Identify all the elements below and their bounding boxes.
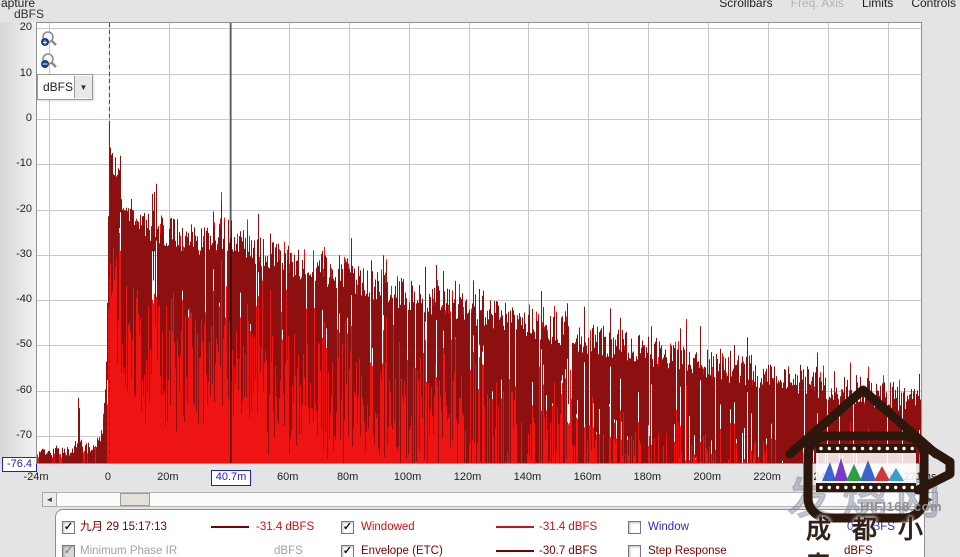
rew-impulse-window: apture ScrollbarsFreq. AxisLimitsControl…: [0, 0, 960, 557]
trace-color-swatch: [496, 550, 534, 552]
legend-label: Window: [648, 519, 689, 535]
zoom-in-button[interactable]: +: [40, 30, 60, 50]
legend-value: -31.4 dBFS: [256, 519, 314, 535]
checkbox-step-response[interactable]: [628, 545, 641, 557]
y-tick-label: -40: [0, 293, 32, 305]
checkbox-measurement[interactable]: ✓: [62, 521, 75, 534]
x-tick-label: 100m: [394, 471, 422, 483]
legend-label: 九月 29 15:17:13: [80, 519, 167, 535]
legend-value: -30.7 dBFS: [539, 543, 597, 557]
y-tick-label: 10: [0, 67, 32, 79]
legend-value: -31.4 dBFS: [539, 519, 597, 535]
legend-label: Minimum Phase IR: [80, 543, 177, 557]
y-tick-label: 20: [0, 21, 32, 33]
y-axis-unit-label: dBFS: [14, 7, 44, 21]
y-tick-label: -60: [0, 384, 32, 396]
x-tick-label: 180m: [634, 471, 662, 483]
y-tick-label: 0: [0, 112, 32, 124]
y-tick-label: -20: [0, 203, 32, 215]
svg-text:−: −: [42, 59, 47, 69]
x-tick-label: -24m: [23, 471, 48, 483]
menu-scrollbars[interactable]: Scrollbars: [719, 0, 772, 10]
top-toolbar: apture ScrollbarsFreq. AxisLimitsControl…: [0, 0, 960, 11]
x-cursor-readout: 40.7m: [211, 470, 251, 486]
legend-value: dBFS: [274, 543, 303, 557]
legend-label: Envelope (ETC): [361, 543, 443, 557]
y-tick-label: -50: [0, 338, 32, 350]
legend-label: Step Response: [648, 543, 727, 557]
y-axis-margin: [0, 22, 36, 464]
x-tick-label: 160m: [574, 471, 602, 483]
x-tick-label: 200m: [693, 471, 721, 483]
svg-text:+: +: [43, 38, 48, 47]
x-tick-label: 60m: [277, 471, 298, 483]
y-tick-label: -10: [0, 157, 32, 169]
trace-color-swatch: [496, 526, 534, 528]
y-cursor-readout: -76.4: [2, 457, 37, 472]
x-tick-label: 120m: [454, 471, 482, 483]
menu-controls[interactable]: Controls: [911, 0, 956, 10]
menu-freq-axis: Freq. Axis: [791, 0, 844, 10]
trace-color-swatch: [211, 526, 249, 528]
x-tick-label: 220m: [753, 471, 781, 483]
checkbox-windowed[interactable]: ✓: [341, 521, 354, 534]
legend-label: Windowed: [361, 519, 415, 535]
scrollbar-thumb[interactable]: [120, 493, 150, 506]
x-tick-label: 0: [105, 471, 111, 483]
toolbar-menu: Scrollbars Freq. Axis Limits Controls: [719, 0, 956, 10]
watermark-name-text: 成 都 小 春: [806, 510, 960, 557]
zoom-out-button[interactable]: −: [40, 52, 60, 72]
x-tick-label: 140m: [514, 471, 542, 483]
x-tick-label: 80m: [337, 471, 358, 483]
dropdown-value: dBFS: [38, 80, 74, 94]
y-tick-label: -70: [0, 429, 32, 441]
zoom-in-icon: +: [40, 30, 60, 50]
chevron-down-icon[interactable]: ▼: [74, 76, 92, 98]
y-tick-label: -30: [0, 248, 32, 260]
zoom-out-icon: −: [40, 52, 60, 72]
checkbox-minimum-phase-ir: ✓: [62, 545, 75, 557]
y-axis-mode-dropdown[interactable]: dBFS ▼: [37, 74, 93, 100]
checkbox-envelope-etc[interactable]: ✓: [341, 545, 354, 557]
checkbox-window[interactable]: [628, 521, 641, 534]
scroll-left-button[interactable]: ◄: [42, 492, 57, 507]
x-tick-label: 20m: [157, 471, 178, 483]
menu-limits[interactable]: Limits: [862, 0, 893, 10]
